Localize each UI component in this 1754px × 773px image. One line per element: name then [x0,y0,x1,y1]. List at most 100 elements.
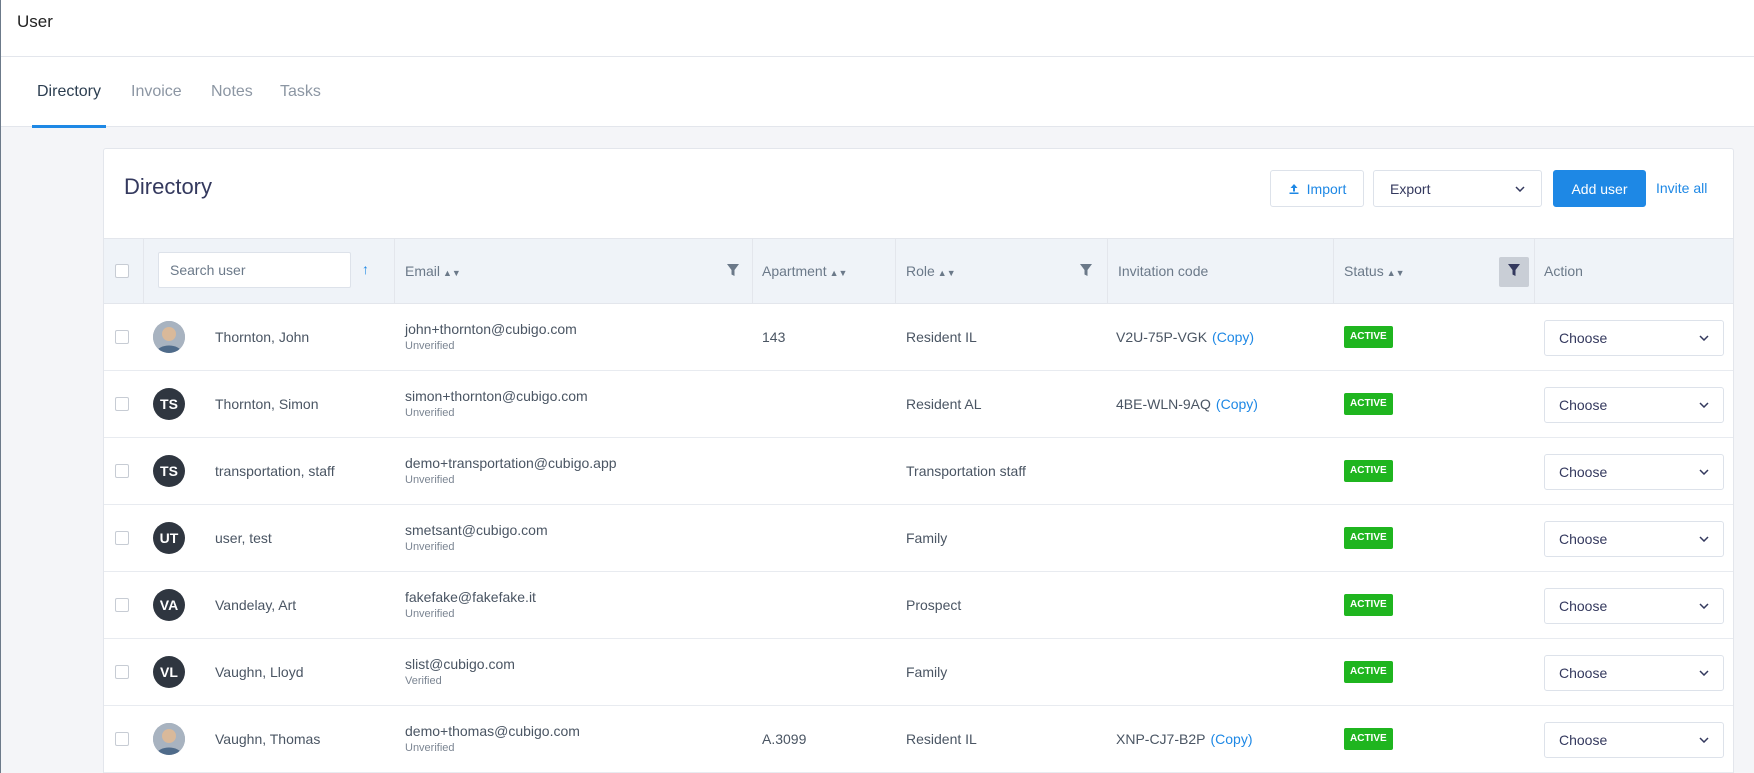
status-badge: ACTIVE [1344,728,1393,750]
tab-directory[interactable]: Directory [32,57,107,128]
user-photo-icon [153,723,185,755]
tab-notes[interactable]: Notes [206,57,258,127]
tab-tasks[interactable]: Tasks [275,57,326,127]
status-header[interactable]: Status ▲▼ [1344,239,1405,303]
user-role: Resident IL [906,329,977,345]
tab-invoice[interactable]: Invoice [126,57,187,127]
filter-icon [1508,264,1520,276]
action-select-label: Choose [1559,598,1608,614]
add-user-button[interactable]: Add user [1553,170,1646,207]
role-header-label: Role [906,263,935,279]
action-select[interactable]: Choose [1544,521,1724,557]
user-role: Family [906,664,948,680]
action-select[interactable]: Choose [1544,588,1724,624]
sort-icon: ▲▼ [1386,268,1405,278]
avatar: UT [153,522,185,554]
search-input[interactable] [158,252,351,288]
card-title: Directory [124,174,213,199]
chevron-down-icon [1699,402,1709,408]
invitation-code: 4BE-WLN-9AQ (Copy) [1116,396,1258,412]
table-header: ↑ Email▲▼ Apartment▲▼ Role▲▼ Invitation … [104,238,1733,304]
row-checkbox[interactable] [115,598,129,612]
status-badge: ACTIVE [1344,594,1393,616]
user-email: slist@cubigo.com [405,656,515,672]
row-checkbox[interactable] [115,397,129,411]
apartment-header[interactable]: Apartment ▲▼ [762,239,847,303]
row-checkbox[interactable] [115,531,129,545]
user-name[interactable]: Thornton, Simon [215,396,319,412]
action-select[interactable]: Choose [1544,320,1724,356]
invitation-code-value: V2U-75P-VGK [1116,329,1208,345]
chevron-down-icon [1699,737,1709,743]
user-email: demo+transportation@cubigo.app [405,455,617,471]
tab-bar: Directory Invoice Notes Tasks [1,57,1754,128]
table-row: TS transportation, staff demo+transporta… [104,438,1733,505]
invitation-code-value: 4BE-WLN-9AQ [1116,396,1211,412]
user-name[interactable]: Vandelay, Art [215,597,296,613]
user-role: Family [906,530,948,546]
status-badge: ACTIVE [1344,460,1393,482]
action-header: Action [1544,263,1583,279]
avatar [153,321,185,353]
avatar: VA [153,589,185,621]
user-apartment: 143 [762,329,786,345]
user-email: smetsant@cubigo.com [405,522,548,538]
row-checkbox[interactable] [115,732,129,746]
export-label: Export [1390,180,1431,197]
user-name[interactable]: Thornton, John [215,329,309,345]
copy-code-link[interactable]: (Copy) [1212,329,1254,345]
select-all-checkbox[interactable] [115,264,129,278]
action-select[interactable]: Choose [1544,387,1724,423]
user-name[interactable]: Vaughn, Thomas [215,731,320,747]
action-select[interactable]: Choose [1544,722,1724,758]
user-photo-icon [153,321,185,353]
email-verification-status: Unverified [405,541,455,553]
avatar: VL [153,656,185,688]
email-verification-status: Unverified [405,742,455,754]
sort-up-icon[interactable]: ↑ [362,261,369,277]
table-row: UT user, test smetsant@cubigo.com Unveri… [104,505,1733,572]
action-select[interactable]: Choose [1544,655,1724,691]
user-name[interactable]: user, test [215,530,272,546]
avatar [153,723,185,755]
user-email: fakefake@fakefake.it [405,589,536,605]
user-apartment: A.3099 [762,731,807,747]
filter-icon[interactable] [727,264,739,277]
email-header[interactable]: Email ▲▼ [405,239,461,303]
user-email: simon+thornton@cubigo.com [405,388,588,404]
action-select[interactable]: Choose [1544,454,1724,490]
invitation-code: V2U-75P-VGK (Copy) [1116,329,1254,345]
filter-icon[interactable] [1080,264,1092,277]
import-label: Import [1306,180,1347,197]
user-email: demo+thomas@cubigo.com [405,723,580,739]
status-badge: ACTIVE [1344,393,1393,415]
column-divider [895,239,896,303]
user-name[interactable]: transportation, staff [215,463,335,479]
row-checkbox[interactable] [115,330,129,344]
table-row: Thornton, John john+thornton@cubigo.com … [104,304,1733,371]
user-role: Prospect [906,597,962,613]
table-row: TS Thornton, Simon simon+thornton@cubigo… [104,371,1733,438]
status-badge: ACTIVE [1344,661,1393,683]
row-checkbox[interactable] [115,464,129,478]
column-divider [143,239,144,303]
email-verification-status: Unverified [405,608,455,620]
page-title: User [17,12,53,31]
row-checkbox[interactable] [115,665,129,679]
invite-all-link[interactable]: Invite all [1656,180,1707,196]
status-badge: ACTIVE [1344,326,1393,348]
action-select-label: Choose [1559,732,1608,748]
email-header-label: Email [405,263,441,279]
user-role: Resident IL [906,731,977,747]
chevron-down-icon [1515,185,1525,192]
role-header[interactable]: Role ▲▼ [906,239,956,303]
chevron-down-icon [1699,335,1709,341]
copy-code-link[interactable]: (Copy) [1210,731,1252,747]
status-badge: ACTIVE [1344,527,1393,549]
export-dropdown[interactable]: Export [1373,170,1542,207]
import-button[interactable]: Import [1270,170,1364,207]
copy-code-link[interactable]: (Copy) [1216,396,1258,412]
column-divider [394,239,395,303]
action-select-label: Choose [1559,397,1608,413]
user-name[interactable]: Vaughn, Lloyd [215,664,303,680]
